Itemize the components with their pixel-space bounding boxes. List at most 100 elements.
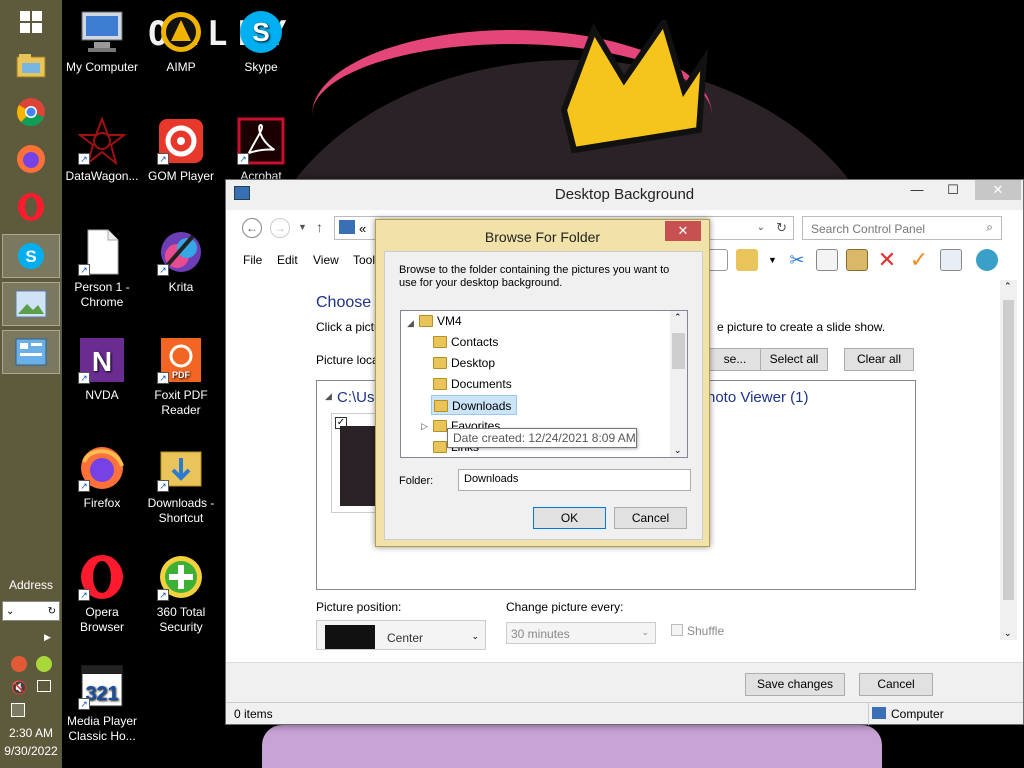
scroll-down-icon[interactable]: ⌄ xyxy=(1004,628,1012,639)
menu-edit[interactable]: Edit xyxy=(277,253,298,267)
tray-flag-icon[interactable] xyxy=(11,703,25,717)
change-picture-interval-select[interactable]: 30 minutes ⌄ xyxy=(506,622,656,644)
desktop-icon-foxit[interactable]: PDF ↗ Foxit PDF Reader xyxy=(141,336,221,418)
desktop-icon-my-computer[interactable]: My Computer xyxy=(62,8,142,75)
picture-position-select[interactable]: Center ⌄ xyxy=(316,620,486,650)
save-changes-button[interactable]: Save changes xyxy=(745,673,845,696)
dialog-cancel-button[interactable]: Cancel xyxy=(614,507,687,529)
tree-scrollbar-thumb[interactable] xyxy=(672,333,685,369)
datawagon-icon: ↗ xyxy=(77,116,127,166)
search-control-panel-input[interactable]: Search Control Panel ⌕ xyxy=(802,216,1002,240)
collapsed-arrow-icon[interactable]: ▷ xyxy=(421,421,428,432)
user-folder-icon xyxy=(419,315,433,327)
shortcut-arrow-icon: ↗ xyxy=(78,698,90,710)
tray-volume-muted-icon[interactable]: 🔇 xyxy=(11,680,27,696)
desktop-icon-datawagon[interactable]: ↗ DataWagon... xyxy=(62,116,142,184)
paste-icon[interactable] xyxy=(846,249,868,271)
forward-arrow-icon[interactable]: → xyxy=(270,218,290,238)
desktop-icon-360-total-security[interactable]: ↗ 360 Total Security xyxy=(141,553,221,635)
menu-view[interactable]: View xyxy=(313,253,339,267)
window-vertical-scrollbar[interactable]: ⌃ ⌄ xyxy=(1000,280,1017,640)
tree-item-contacts[interactable]: Contacts xyxy=(431,332,498,352)
delete-icon[interactable]: ✕ xyxy=(876,249,898,271)
tree-item-downloads[interactable]: Downloads xyxy=(431,395,517,415)
menu-file[interactable]: File xyxy=(243,253,262,267)
cancel-button[interactable]: Cancel xyxy=(859,673,933,696)
taskbar-photos-button[interactable] xyxy=(2,282,60,326)
clock-date[interactable]: 9/30/2022 xyxy=(0,744,62,758)
close-button[interactable]: ✕ xyxy=(975,180,1021,200)
desktop-icon-aimp[interactable]: AIMP xyxy=(141,8,221,75)
dialog-close-button[interactable]: ✕ xyxy=(665,221,701,241)
ok-button[interactable]: OK xyxy=(533,507,606,529)
taskbar-opera-button[interactable] xyxy=(2,185,60,229)
svg-text:N: N xyxy=(92,346,112,377)
select-all-button[interactable]: Select all xyxy=(760,348,828,371)
maximize-button[interactable]: ☐ xyxy=(939,180,967,200)
aimp-icon xyxy=(157,8,205,56)
shell-icon[interactable] xyxy=(976,249,998,271)
folder-tooltip: Date created: 12/24/2021 8:09 AM xyxy=(447,428,637,448)
view-dropdown-icon[interactable]: ▼ xyxy=(768,255,777,265)
tray-expand-icon[interactable]: ▶ xyxy=(44,632,51,643)
tray-security-icon[interactable] xyxy=(11,656,27,672)
address-dropdown-icon[interactable]: ⌄ xyxy=(6,606,14,617)
media-player-icon: 321 ↗ xyxy=(78,662,126,710)
refresh-icon[interactable]: ↻ xyxy=(776,220,787,236)
desktop-icon-firefox[interactable]: ↗ Firefox xyxy=(62,444,142,511)
address-dropdown-icon[interactable]: ⌄ xyxy=(757,222,765,233)
browse-button[interactable]: se... xyxy=(704,348,766,371)
tray-network-icon[interactable] xyxy=(37,680,51,692)
minimize-button[interactable]: — xyxy=(903,180,931,200)
copy-icon[interactable] xyxy=(816,249,838,271)
scroll-up-icon[interactable]: ⌃ xyxy=(674,312,682,323)
taskbar-firefox-button[interactable] xyxy=(2,137,60,181)
taskbar-chrome-button[interactable] xyxy=(2,90,60,134)
desktop-icon-gom-player[interactable]: ↗ GOM Player xyxy=(141,117,221,184)
dialog-description: Browse to the folder containing the pict… xyxy=(399,264,670,289)
shortcut-arrow-icon: ↗ xyxy=(78,153,90,165)
address-breadcrumb: « xyxy=(359,221,367,236)
collapse-group-icon[interactable]: ◢ xyxy=(325,391,332,402)
clear-all-button[interactable]: Clear all xyxy=(844,348,914,371)
checkmark-icon[interactable]: ✓ xyxy=(908,249,930,271)
desktop-icon-krita[interactable]: ↗ Krita xyxy=(141,228,221,295)
recent-locations-icon[interactable]: ▼ xyxy=(298,222,307,232)
tray-360-icon[interactable] xyxy=(36,656,52,672)
desktop-icon-acrobat[interactable]: ↗ Acrobat xyxy=(221,117,301,184)
desktop-icon-downloads-shortcut[interactable]: ↗ Downloads - Shortcut xyxy=(141,444,221,526)
360-security-icon: ↗ xyxy=(157,553,205,601)
window-titlebar[interactable]: Desktop Background — ☐ ✕ xyxy=(226,180,1023,210)
desktop-icon-skype[interactable]: S Skype xyxy=(221,8,301,75)
scrollbar-thumb[interactable] xyxy=(1003,300,1014,600)
cut-icon[interactable]: ✂ xyxy=(786,249,808,271)
folder-input[interactable]: Downloads xyxy=(458,469,691,491)
taskbar-address-input[interactable]: ⌄ ↻ xyxy=(2,601,60,621)
scroll-down-icon[interactable]: ⌄ xyxy=(674,445,682,456)
start-button[interactable] xyxy=(2,0,60,44)
scroll-up-icon[interactable]: ⌃ xyxy=(1004,281,1012,292)
desktop-icon-opera[interactable]: ↗ Opera Browser xyxy=(62,553,142,635)
folder-view-icon[interactable] xyxy=(736,249,758,271)
instruction-text-right: e picture to create a slide show. xyxy=(717,320,886,334)
dropdown-arrow-icon: ⌄ xyxy=(641,627,649,637)
clock-time[interactable]: 2:30 AM xyxy=(0,726,62,740)
menu-tools[interactable]: Tool xyxy=(353,253,375,267)
tree-item-documents[interactable]: Documents xyxy=(431,374,512,394)
shuffle-checkbox[interactable] xyxy=(671,624,683,636)
expanded-arrow-icon[interactable]: ◢ xyxy=(407,318,414,329)
back-arrow-icon[interactable]: ← xyxy=(242,218,262,238)
up-arrow-icon[interactable]: ↑ xyxy=(316,219,323,235)
tree-vertical-scrollbar[interactable]: ⌃ ⌄ xyxy=(670,311,687,457)
address-refresh-icon[interactable]: ↻ xyxy=(48,606,56,617)
taskbar-file-explorer-button[interactable] xyxy=(2,44,60,88)
desktop-icon-nvda[interactable]: N ↗ NVDA xyxy=(62,336,142,403)
taskbar-skype-button[interactable]: S xyxy=(2,234,60,278)
taskbar-control-panel-button[interactable] xyxy=(2,330,60,374)
tree-item-desktop[interactable]: Desktop xyxy=(431,353,495,373)
folder-label: Folder: xyxy=(399,475,434,487)
desktop-icon-person-1-chrome[interactable]: ↗ Person 1 - Chrome xyxy=(62,228,142,310)
tree-item-vm4[interactable]: VM4 xyxy=(417,311,462,331)
properties-icon[interactable] xyxy=(940,249,962,271)
desktop-icon-media-player-classic[interactable]: 321 ↗ Media Player Classic Ho... xyxy=(62,662,142,744)
